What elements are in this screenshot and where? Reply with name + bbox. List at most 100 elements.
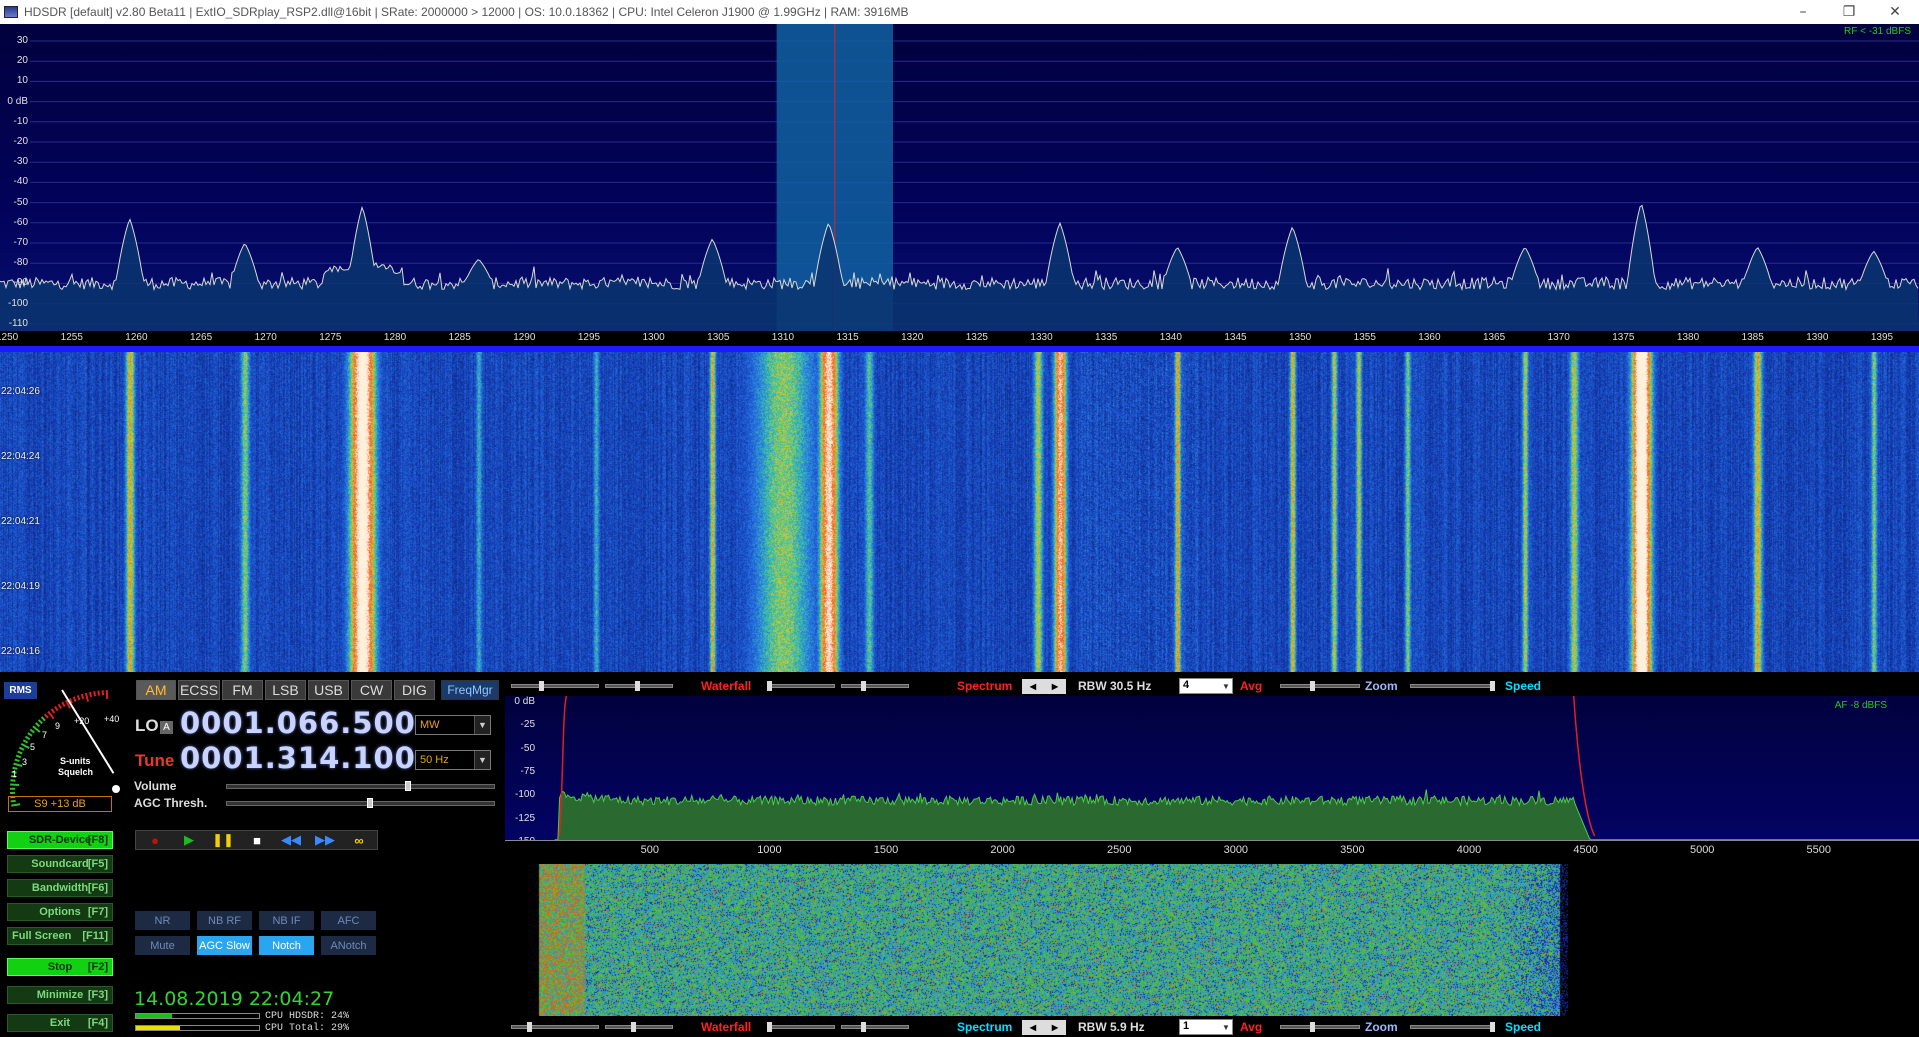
chevron-down-icon[interactable]: ▼ bbox=[1220, 679, 1232, 693]
nb-if-button[interactable]: NB IF bbox=[259, 911, 314, 930]
spectrum-slider-2[interactable] bbox=[841, 684, 909, 688]
slider-thumb[interactable] bbox=[1490, 1022, 1495, 1032]
close-icon[interactable]: ✕ bbox=[1872, 0, 1918, 24]
waterfall-slider-1[interactable] bbox=[511, 1025, 599, 1029]
mode-am-button[interactable]: AM bbox=[136, 680, 176, 700]
agc-threshold-slider[interactable] bbox=[226, 801, 495, 806]
lo-a-indicator[interactable]: A bbox=[160, 721, 173, 734]
rf-frequency-label: 1300 bbox=[642, 332, 665, 343]
rewind-icon[interactable]: ◀◀ bbox=[278, 831, 304, 849]
volume-slider-thumb[interactable] bbox=[405, 781, 411, 791]
mode-usb-button[interactable]: USB bbox=[308, 680, 349, 700]
speed-slider[interactable] bbox=[1410, 1025, 1495, 1029]
agc-threshold-slider-thumb[interactable] bbox=[367, 798, 373, 808]
right-arrow-icon[interactable]: ▶ bbox=[1052, 682, 1058, 691]
record-icon[interactable]: ● bbox=[142, 831, 168, 849]
slider-thumb[interactable] bbox=[539, 681, 544, 691]
minimize-button[interactable]: Minimize [F3] bbox=[7, 986, 113, 1004]
soundcard-button[interactable]: Soundcard [F5] bbox=[7, 855, 113, 873]
nr-button[interactable]: NR bbox=[135, 911, 190, 930]
meter-caption-sunits: S-units bbox=[60, 756, 91, 766]
waterfall-time-label: 22:04:21 bbox=[1, 516, 40, 527]
left-arrow-icon[interactable]: ◀ bbox=[1030, 682, 1036, 691]
slider-thumb[interactable] bbox=[767, 681, 772, 691]
lo-frequency-display[interactable]: 0001.066.500 bbox=[180, 706, 416, 740]
rf-frequency-label: 1305 bbox=[707, 332, 730, 343]
slider-thumb[interactable] bbox=[1310, 681, 1315, 691]
rms-button[interactable]: RMS bbox=[4, 682, 37, 699]
anotch-button[interactable]: ANotch bbox=[321, 936, 376, 955]
afc-button[interactable]: AFC bbox=[321, 911, 376, 930]
meter-pivot[interactable] bbox=[112, 785, 120, 793]
rf-frequency-axis[interactable]: 1250 1255 1260 1265 1270 1275 1280 1285 1290 1295… bbox=[0, 331, 1919, 346]
slider-thumb[interactable] bbox=[767, 1022, 772, 1032]
spectrum-slider-1[interactable] bbox=[767, 684, 835, 688]
mode-lsb-button[interactable]: LSB bbox=[265, 680, 306, 700]
rf-db-label: -70 bbox=[13, 237, 28, 248]
rf-frequency-label: 1280 bbox=[383, 332, 407, 343]
rbw-arrows[interactable]: ◀ ▶ bbox=[1022, 1020, 1066, 1035]
slider-thumb[interactable] bbox=[527, 1022, 532, 1032]
options-button[interactable]: Options [F7] bbox=[7, 903, 113, 921]
waterfall-time-label: 22:04:24 bbox=[1, 451, 40, 462]
full-screen-button[interactable]: Full Screen [F11] bbox=[7, 927, 113, 945]
notch-button[interactable]: Notch bbox=[259, 936, 314, 955]
nb-rf-button[interactable]: NB RF bbox=[197, 911, 252, 930]
mute-button[interactable]: Mute bbox=[135, 936, 190, 955]
avg-select[interactable]: 1 ▼ bbox=[1179, 1019, 1233, 1035]
avg-select[interactable]: 4 ▼ bbox=[1179, 678, 1233, 694]
slider-thumb[interactable] bbox=[861, 681, 866, 691]
mode-fm-button[interactable]: FM bbox=[222, 680, 263, 700]
chevron-down-icon[interactable]: ▼ bbox=[1220, 1020, 1232, 1034]
spectrum-slider-2[interactable] bbox=[841, 1025, 909, 1029]
rf-waterfall-display[interactable]: 22:04:26 22:04:24 22:04:21 22:04:19 22:04:16 bbox=[0, 352, 1919, 672]
restore-icon[interactable]: ❐ bbox=[1826, 0, 1872, 24]
af-frequency-label: 3000 bbox=[1223, 844, 1249, 856]
exit-button[interactable]: Exit [F4] bbox=[7, 1014, 113, 1032]
loop-icon[interactable]: ∞ bbox=[346, 831, 372, 849]
af-spectrum-display[interactable]: 0 dB-25-50-75-100-125-150 AF -8 dBFS bbox=[505, 695, 1919, 847]
zoom-slider[interactable] bbox=[1280, 684, 1360, 688]
rf-spectrum-plot[interactable] bbox=[0, 24, 1919, 331]
stop-button[interactable]: Stop [F2] bbox=[7, 958, 113, 976]
agc-threshold-label: AGC Thresh. bbox=[134, 796, 208, 810]
af-waterfall-canvas[interactable] bbox=[505, 864, 1919, 1016]
rf-spectrum-display[interactable]: 30 20 10 0 dB -10 -20 -30 -40 -50 -60 -70 -80 -90 -10… bbox=[0, 24, 1919, 331]
band-select[interactable]: MW ▼ bbox=[415, 715, 491, 735]
slider-thumb[interactable] bbox=[631, 1022, 636, 1032]
speed-slider[interactable] bbox=[1410, 684, 1495, 688]
right-arrow-icon[interactable]: ▶ bbox=[1052, 1023, 1058, 1032]
slider-thumb[interactable] bbox=[1310, 1022, 1315, 1032]
slider-thumb[interactable] bbox=[1490, 681, 1495, 691]
step-select[interactable]: 50 Hz ▼ bbox=[415, 750, 491, 770]
mode-ecss-button[interactable]: ECSS bbox=[178, 680, 220, 700]
pause-icon[interactable]: ❚❚ bbox=[210, 831, 236, 849]
stop-icon[interactable]: ■ bbox=[244, 831, 270, 849]
sdr-device-button[interactable]: SDR-Device [F8] bbox=[7, 831, 113, 849]
bandwidth-button[interactable]: Bandwidth [F6] bbox=[7, 879, 113, 897]
waterfall-slider-1[interactable] bbox=[511, 684, 599, 688]
title-bar: HDSDR [default] v2.80 Beta11 | ExtIO_SDR… bbox=[0, 0, 1919, 24]
af-spectrum-plot[interactable] bbox=[505, 695, 1919, 841]
rbw-arrows[interactable]: ◀ ▶ bbox=[1022, 679, 1066, 694]
meter-tick bbox=[76, 695, 81, 701]
slider-thumb[interactable] bbox=[635, 681, 640, 691]
play-icon[interactable]: ▶ bbox=[176, 831, 202, 849]
minimize-icon[interactable]: – bbox=[1780, 0, 1826, 24]
freqmgr-button[interactable]: FreqMgr bbox=[441, 680, 499, 700]
mode-dig-button[interactable]: DIG bbox=[394, 680, 435, 700]
zoom-slider[interactable] bbox=[1280, 1025, 1360, 1029]
left-arrow-icon[interactable]: ◀ bbox=[1030, 1023, 1036, 1032]
tune-frequency-display[interactable]: 0001.314.100 bbox=[180, 741, 416, 775]
mode-cw-button[interactable]: CW bbox=[351, 680, 392, 700]
spectrum-slider-1[interactable] bbox=[767, 1025, 835, 1029]
agc-slow-button[interactable]: AGC Slow bbox=[197, 936, 252, 955]
slider-thumb[interactable] bbox=[861, 1022, 866, 1032]
volume-slider[interactable] bbox=[226, 784, 495, 789]
chevron-down-icon[interactable]: ▼ bbox=[474, 751, 490, 769]
chevron-down-icon[interactable]: ▼ bbox=[474, 716, 490, 734]
rf-waterfall-canvas[interactable] bbox=[0, 352, 1919, 672]
waterfall-slider-2[interactable] bbox=[605, 1025, 673, 1029]
fast-forward-icon[interactable]: ▶▶ bbox=[312, 831, 338, 849]
af-waterfall-display[interactable] bbox=[505, 864, 1919, 1016]
